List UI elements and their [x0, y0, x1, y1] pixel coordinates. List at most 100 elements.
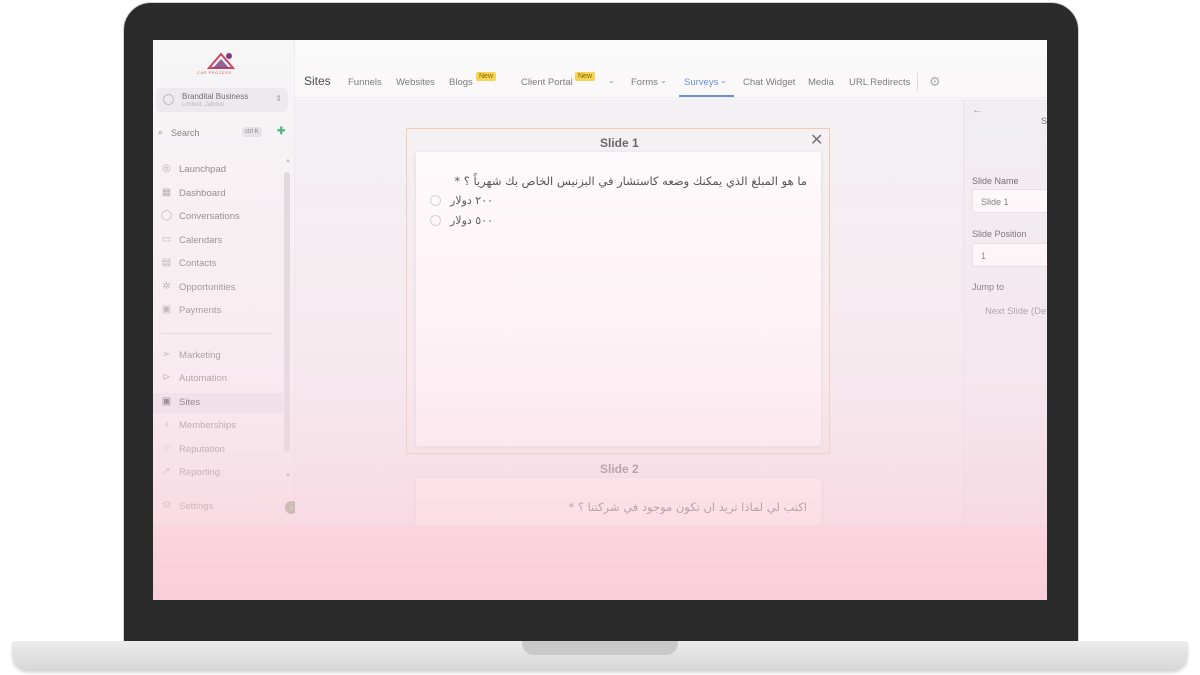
tab-surveys[interactable]: Surveys	[684, 77, 718, 88]
slide-2-question: اكتب لي لماذا تريد ان تكون موجود في شركت…	[568, 500, 807, 514]
tab-forms[interactable]: Forms	[631, 77, 658, 88]
membership-icon: ♁	[162, 419, 171, 430]
tab-funnels[interactable]: Funnels	[348, 77, 382, 88]
sidebar-item-memberships[interactable]: ♁ Memberships	[153, 416, 283, 436]
laptop-notch	[522, 641, 678, 655]
sidebar-item-label: Payments	[179, 305, 222, 316]
search-shortcut: ctrl K	[242, 127, 262, 137]
option-label: ٢٠٠ دولار	[450, 194, 494, 207]
sidebar-divider	[161, 333, 272, 334]
scroll-down-icon[interactable]: ▼	[285, 473, 291, 479]
sidebar-item-label: Reporting	[179, 467, 221, 478]
account-avatar-icon	[163, 94, 174, 105]
sidebar-item-reputation[interactable]: ☆ Reputation	[153, 440, 283, 460]
calendar-icon: ▭	[161, 234, 172, 245]
payments-icon: ▣	[161, 304, 172, 315]
tab-chat-widget[interactable]: Chat Widget	[743, 77, 795, 88]
sidebar-item-payments[interactable]: ▣ Payments	[153, 301, 283, 321]
slide-name-label: Slide Name	[972, 176, 1019, 186]
tab-media[interactable]: Media	[808, 77, 834, 88]
nav-separator	[917, 73, 918, 91]
top-navigation: Sites Funnels Websites Blogs New Client …	[295, 40, 1047, 98]
scroll-up-icon[interactable]: ▲	[285, 158, 291, 164]
grid-icon: ▦	[161, 187, 172, 198]
search-icon: ⌕	[158, 127, 164, 137]
logo-text: CAR PROCESS	[197, 70, 232, 75]
screen: CAR PROCESS Brandital Business Limited, …	[153, 40, 1047, 600]
sidebar-item-label: Settings	[179, 501, 214, 512]
blogs-new-badge: New	[476, 72, 497, 81]
slide-position-label: Slide Position	[972, 229, 1027, 239]
sidebar-scrollbar[interactable]	[284, 172, 290, 452]
radio-button[interactable]	[430, 195, 441, 206]
sidebar-item-reporting[interactable]: ↗ Reporting	[153, 463, 283, 483]
sidebar-item-marketing[interactable]: ➢ Marketing	[153, 346, 283, 366]
sidebar-item-label: Contacts	[179, 258, 217, 269]
quick-add-icon[interactable]: ✚	[277, 126, 285, 137]
account-switcher[interactable]: Brandital Business Limited, Jabdori ⇕	[156, 88, 288, 112]
slide-1-card[interactable]: ما هو المبلغ الذي يمكنك وضعه كاستشار في …	[416, 152, 821, 446]
settings-gear-icon[interactable]: ⚙	[929, 74, 941, 90]
tab-websites[interactable]: Websites	[396, 77, 435, 88]
tab-url-redirects[interactable]: URL Redirects	[849, 77, 910, 88]
sidebar-item-dashboard[interactable]: ▦ Dashboard	[153, 184, 283, 204]
sidebar-item-automation[interactable]: ⊳ Automation	[153, 369, 283, 389]
opportunities-icon: ✲	[162, 281, 171, 292]
sidebar-item-label: Automation	[179, 373, 228, 384]
sidebar-item-launchpad[interactable]: ◎ Launchpad	[153, 160, 283, 180]
sidebar-item-contacts[interactable]: ▤ Contacts	[153, 254, 283, 274]
sidebar-item-label: Conversations	[179, 211, 240, 222]
account-name: Brandital Business	[182, 92, 249, 101]
contacts-icon: ▤	[161, 257, 172, 268]
sidebar-item-opportunities[interactable]: ✲ Opportunities	[153, 278, 283, 298]
close-icon[interactable]: ✕	[810, 130, 823, 150]
account-subtitle: Limited, Jabdori	[182, 102, 225, 108]
slide-properties-panel: ← S Slide Name Slide 1 Slide Position 1 …	[963, 99, 1047, 525]
slide-1-title: Slide 1	[600, 136, 639, 150]
sidebar-item-label: Memberships	[179, 420, 237, 431]
rocket-icon: ◎	[162, 163, 171, 174]
radio-button[interactable]	[430, 215, 441, 226]
slide-name-input[interactable]: Slide 1	[972, 189, 1047, 213]
search-label: Search	[171, 128, 200, 138]
survey-canvas: Slide 1 ✕ ما هو المبلغ الذي يمكنك وضعه ك…	[295, 99, 963, 538]
slide-2-title: Slide 2	[600, 462, 639, 476]
client-portal-new-badge: New	[575, 72, 596, 81]
sites-icon: ▣	[161, 396, 172, 407]
chevron-down-icon[interactable]: ⌄	[720, 76, 727, 85]
sidebar-item-label: Launchpad	[179, 164, 227, 175]
chevron-down-icon[interactable]: ⌄	[660, 76, 667, 85]
sidebar-search[interactable]: ⌕ Search ctrl K ✚	[158, 126, 285, 141]
panel-heading: S	[1041, 116, 1047, 126]
active-tab-indicator	[679, 95, 734, 97]
chevron-updown-icon: ⇕	[275, 94, 282, 103]
chat-icon: ◯	[161, 210, 173, 221]
sidebar-item-label: Sites	[179, 397, 201, 408]
page-title: Sites	[304, 74, 331, 88]
sidebar-item-calendars[interactable]: ▭ Calendars	[153, 231, 283, 251]
star-icon: ☆	[162, 443, 171, 454]
tab-blogs[interactable]: Blogs	[449, 77, 473, 88]
sidebar: CAR PROCESS Brandital Business Limited, …	[153, 40, 298, 525]
gear-icon: ⚙	[162, 500, 171, 511]
sidebar-item-label: Dashboard	[179, 188, 226, 199]
trend-icon: ↗	[162, 466, 171, 477]
jump-to-label: Jump to	[972, 282, 1005, 292]
slide-1-question: ما هو المبلغ الذي يمكنك وضعه كاستشار في …	[454, 174, 807, 188]
sidebar-item-conversations[interactable]: ◯ Conversations	[153, 207, 283, 227]
sidebar-item-label: Reputation	[179, 444, 225, 455]
chevron-down-icon[interactable]: ⌄	[608, 76, 615, 85]
tab-client-portal[interactable]: Client Portal	[521, 77, 573, 88]
send-icon: ➢	[162, 349, 171, 360]
sidebar-item-settings[interactable]: ⚙ Settings	[153, 497, 283, 517]
jump-to-select[interactable]: Next Slide (Default)	[972, 299, 1047, 323]
sidebar-item-sites[interactable]: ▣ Sites	[153, 393, 283, 413]
back-arrow-icon[interactable]: ←	[972, 104, 983, 116]
sidebar-item-label: Calendars	[179, 235, 223, 246]
sidebar-item-label: Opportunities	[179, 282, 236, 293]
automation-icon: ⊳	[162, 372, 171, 383]
screen-bottom-fade	[153, 525, 1047, 600]
slide-position-input[interactable]: 1	[972, 243, 1047, 267]
option-label: ٥٠٠ دولار	[450, 214, 494, 227]
sidebar-item-label: Marketing	[179, 350, 221, 361]
